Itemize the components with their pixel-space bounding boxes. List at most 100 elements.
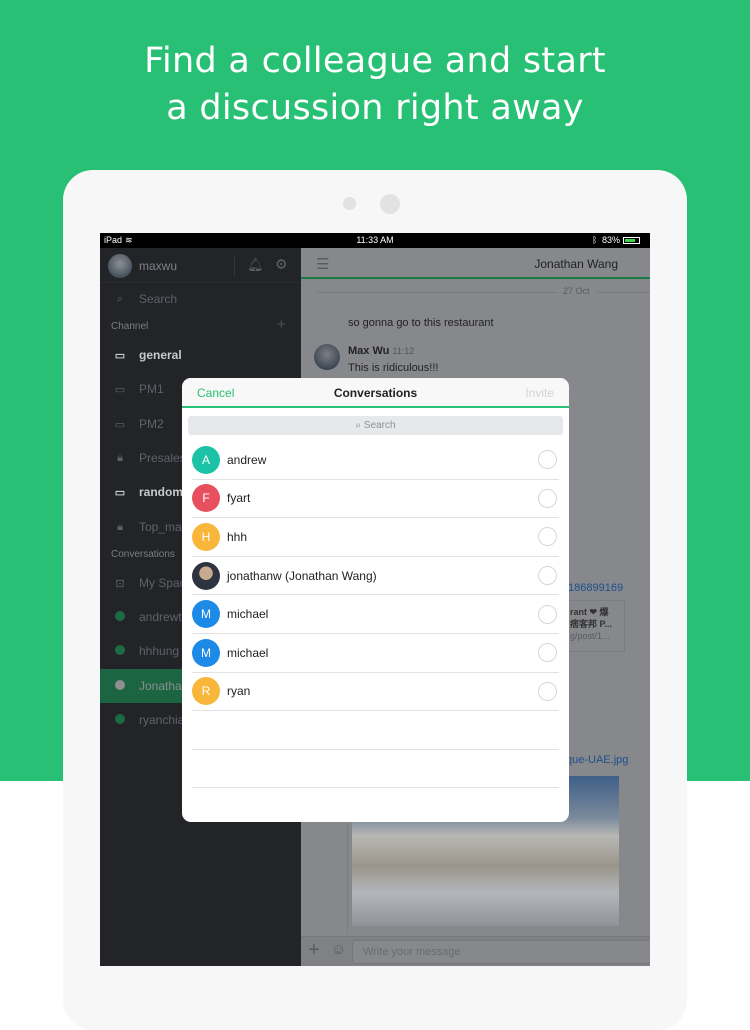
contact-name: fyart xyxy=(227,491,251,506)
invite-button[interactable]: Invite xyxy=(525,378,554,408)
headline: Find a colleague and start a discussion … xyxy=(0,38,750,132)
online-dot-icon xyxy=(115,610,125,621)
contact-row[interactable]: Hhhh xyxy=(192,518,559,557)
contact-name: ryan xyxy=(227,684,251,699)
item-label: PM2 xyxy=(139,417,164,431)
item-label: Jonatha xyxy=(139,679,182,693)
search-icon: ⌕ xyxy=(355,420,364,431)
contact-row[interactable]: Mmichael xyxy=(192,634,559,673)
avatar: F xyxy=(192,484,220,513)
contact-name: jonathanw (Jonathan Wang) xyxy=(227,568,377,583)
lock-icon: 🔒︎ xyxy=(117,451,123,464)
select-radio[interactable] xyxy=(538,527,557,547)
header-accent xyxy=(301,277,650,279)
link-preview-card[interactable]: rant ❤ 爆 痞客邦 P... g/post/1... xyxy=(565,600,625,652)
contact-row[interactable]: Rryan xyxy=(192,673,559,712)
message-link[interactable]: 186899169 xyxy=(568,582,623,594)
sidebar-item-general[interactable]: ▭ general xyxy=(100,338,301,372)
battery-percent: 83% xyxy=(602,235,621,245)
add-channel-icon[interactable]: + xyxy=(277,316,286,333)
sidebar-search[interactable]: ⌕ Search xyxy=(100,282,301,316)
search-placeholder: Search xyxy=(139,292,178,306)
item-label: random xyxy=(139,485,184,499)
empty-row xyxy=(192,711,559,750)
avatar: M xyxy=(192,638,220,667)
chat-bubble-icon: ▭ xyxy=(114,383,126,396)
username: maxwu xyxy=(139,259,178,273)
item-label: Presales xyxy=(139,451,186,465)
online-dot-icon xyxy=(115,644,125,655)
card-url: g/post/1... xyxy=(570,631,610,641)
contact-row[interactable]: Mmichael xyxy=(192,595,559,634)
empty-row xyxy=(192,750,559,789)
search-icon: ⌕ xyxy=(116,292,124,305)
conversations-modal: Cancel Conversations Invite ⌕ Search Aan… xyxy=(182,378,569,822)
item-label: ryanchia xyxy=(139,713,185,727)
item-label: general xyxy=(139,348,182,362)
lock-icon: 🔒︎ xyxy=(117,520,123,533)
select-radio[interactable] xyxy=(538,604,557,624)
avatar: A xyxy=(192,445,220,474)
composer: + ☺ Write your message xyxy=(301,936,650,966)
message-text: This is ridiculous!!! xyxy=(348,362,439,374)
chat-bubble-icon: ▭ xyxy=(114,418,126,431)
menu-icon[interactable]: ☰ xyxy=(316,255,329,273)
avatar xyxy=(192,561,220,590)
date-divider-line xyxy=(316,292,650,293)
divider xyxy=(234,256,235,276)
item-label: hhhung xyxy=(139,644,180,658)
avatar[interactable] xyxy=(314,344,340,370)
item-label: PM1 xyxy=(139,382,164,396)
item-label: My Spac xyxy=(139,576,186,590)
card-title: rant ❤ 爆 xyxy=(570,607,609,617)
headline-line-1: Find a colleague and start xyxy=(144,41,606,81)
chat-title: Jonathan Wang xyxy=(534,257,618,271)
plus-icon[interactable]: + xyxy=(308,939,320,962)
camera-icon xyxy=(380,194,400,214)
avatar: R xyxy=(192,677,220,706)
search-placeholder: Search xyxy=(363,420,396,431)
search-input[interactable]: ⌕ Search xyxy=(188,416,563,435)
conversations-header: Conversations xyxy=(111,549,175,560)
sender-name: Max Wu xyxy=(348,345,390,357)
select-radio[interactable] xyxy=(538,488,557,508)
inbox-icon: ⊡ xyxy=(115,577,125,590)
avatar: H xyxy=(192,522,220,551)
contact-name: andrew xyxy=(227,452,267,467)
select-radio[interactable] xyxy=(538,450,557,470)
message-input[interactable]: Write your message xyxy=(352,940,650,964)
contact-row[interactable]: Ffyart xyxy=(192,480,559,519)
select-radio[interactable] xyxy=(538,681,557,701)
avatar[interactable] xyxy=(108,254,132,278)
avatar: M xyxy=(192,600,220,629)
date-divider: 27 Oct xyxy=(557,286,596,296)
message-text: so gonna go to this restaurant xyxy=(348,317,494,329)
image-link[interactable]: que-UAE.jpg xyxy=(566,754,628,766)
offline-dot-icon xyxy=(115,679,125,690)
item-label: Top_mar xyxy=(139,520,186,534)
clock: 11:33 AM xyxy=(356,235,394,245)
online-dot-icon xyxy=(115,713,125,724)
sensor-icon xyxy=(343,197,356,210)
status-bar: iPad ≋ 11:33 AM ᛒ 83% xyxy=(100,233,650,248)
item-label: andrewt xyxy=(139,610,182,624)
select-radio[interactable] xyxy=(538,643,557,663)
modal-header: Cancel Conversations Invite xyxy=(182,378,569,408)
contact-name: hhh xyxy=(227,529,248,544)
gear-icon[interactable]: ⚙ xyxy=(275,256,288,273)
contact-name: michael xyxy=(227,645,269,660)
select-radio[interactable] xyxy=(538,566,557,586)
bell-icon[interactable]: 🔔︎ xyxy=(247,257,264,273)
headline-line-2: a discussion right away xyxy=(166,88,584,128)
contact-row[interactable]: Aandrew xyxy=(192,441,559,480)
channel-header: Channel xyxy=(111,321,149,332)
contact-name: michael xyxy=(227,607,269,622)
emoji-icon[interactable]: ☺ xyxy=(331,941,346,958)
chat-bubble-icon: ▭ xyxy=(114,486,126,499)
modal-title: Conversations xyxy=(333,386,418,400)
message-time: 11:12 xyxy=(392,346,415,356)
card-title: 痞客邦 P... xyxy=(570,619,612,629)
contact-row[interactable]: jonathanw (Jonathan Wang) xyxy=(192,557,559,596)
battery-icon xyxy=(623,237,640,244)
chat-bubble-icon: ▭ xyxy=(114,349,126,362)
